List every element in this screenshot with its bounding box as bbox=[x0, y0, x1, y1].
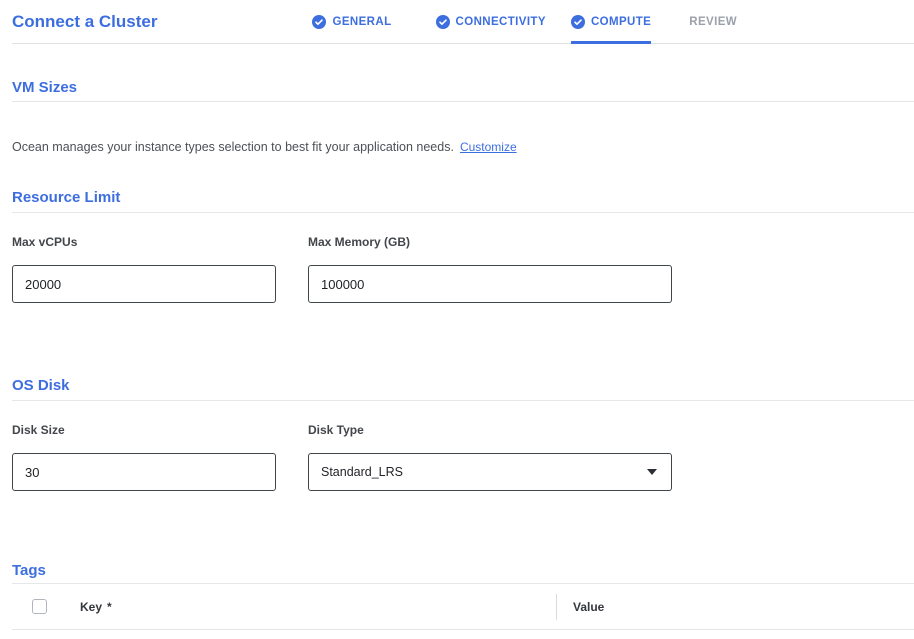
disk-type-field-group: Disk Type Standard_LRS bbox=[308, 423, 672, 491]
check-circle-icon bbox=[436, 15, 450, 29]
vm-sizes-description: Ocean manages your instance types select… bbox=[12, 140, 914, 155]
wizard-tabs: GENERAL CONNECTIVITY C bbox=[191, 0, 737, 43]
tab-connectivity[interactable]: CONNECTIVITY bbox=[436, 0, 546, 43]
resource-limit-heading: Resource Limit bbox=[12, 189, 914, 207]
customize-link[interactable]: Customize bbox=[460, 140, 517, 154]
tab-compute[interactable]: COMPUTE bbox=[571, 0, 651, 43]
vm-sizes-heading: VM Sizes bbox=[12, 79, 914, 97]
column-divider bbox=[556, 594, 557, 620]
vm-sizes-description-text: Ocean manages your instance types select… bbox=[12, 140, 454, 154]
divider bbox=[12, 101, 914, 102]
wizard-header: Connect a Cluster GENERAL bbox=[12, 0, 914, 44]
select-all-checkbox[interactable] bbox=[32, 599, 47, 614]
check-circle-icon bbox=[571, 15, 585, 29]
max-vcpus-field-group: Max vCPUs bbox=[12, 235, 276, 303]
resource-limit-fields: Max vCPUs Max Memory (GB) bbox=[12, 235, 914, 303]
resource-limit-section: Resource Limit Max vCPUs Max Memory (GB) bbox=[12, 189, 914, 303]
vm-sizes-section: VM Sizes Ocean manages your instance typ… bbox=[12, 79, 914, 155]
max-memory-label: Max Memory (GB) bbox=[308, 235, 672, 249]
tags-section: Tags Key * Value bbox=[12, 562, 914, 630]
os-disk-heading: OS Disk bbox=[12, 377, 914, 395]
tab-label: COMPUTE bbox=[591, 16, 651, 28]
disk-size-field-group: Disk Size bbox=[12, 423, 276, 491]
disk-type-selected-value: Standard_LRS bbox=[321, 465, 403, 479]
check-circle-icon bbox=[312, 15, 326, 29]
tags-table-header: Key * Value bbox=[12, 584, 914, 630]
connect-cluster-page: Connect a Cluster GENERAL bbox=[0, 0, 914, 639]
tags-heading: Tags bbox=[12, 562, 914, 580]
disk-type-label: Disk Type bbox=[308, 423, 672, 437]
max-memory-field-group: Max Memory (GB) bbox=[308, 235, 672, 303]
disk-size-label: Disk Size bbox=[12, 423, 276, 437]
key-label: Key bbox=[80, 600, 102, 614]
page-title: Connect a Cluster bbox=[12, 12, 157, 32]
disk-type-select[interactable]: Standard_LRS bbox=[308, 453, 672, 491]
tab-general[interactable]: GENERAL bbox=[312, 0, 391, 43]
divider bbox=[12, 212, 914, 213]
max-vcpus-input[interactable] bbox=[12, 265, 276, 303]
max-memory-input[interactable] bbox=[308, 265, 672, 303]
tab-label: CONNECTIVITY bbox=[456, 16, 546, 28]
chevron-down-icon bbox=[647, 469, 657, 475]
tab-review[interactable]: REVIEW bbox=[689, 0, 737, 43]
tags-key-column-header: Key * bbox=[80, 600, 556, 614]
tab-label: GENERAL bbox=[332, 16, 391, 28]
os-disk-fields: Disk Size Disk Type Standard_LRS bbox=[12, 423, 914, 491]
required-marker: * bbox=[107, 600, 112, 614]
max-vcpus-label: Max vCPUs bbox=[12, 235, 276, 249]
divider bbox=[12, 400, 914, 401]
os-disk-section: OS Disk Disk Size Disk Type Standard_LRS bbox=[12, 377, 914, 491]
tab-label: REVIEW bbox=[689, 16, 737, 28]
tags-value-column-header: Value bbox=[573, 600, 604, 614]
disk-size-input[interactable] bbox=[12, 453, 276, 491]
